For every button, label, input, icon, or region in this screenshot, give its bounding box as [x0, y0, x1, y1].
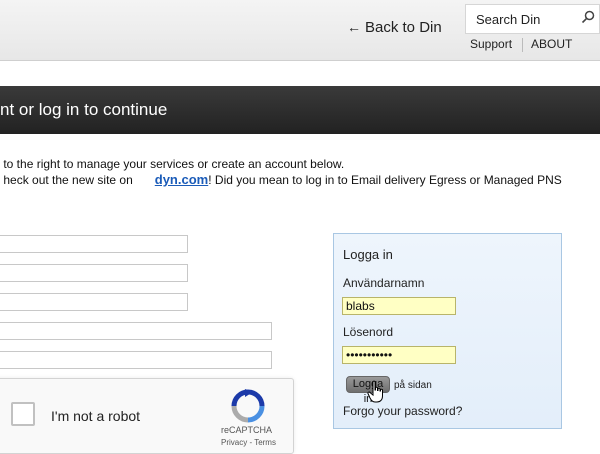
recaptcha-brand: reCAPTCHA [221, 425, 273, 435]
intro-line-2-suffix: ! Did you mean to log in to Email delive… [208, 173, 562, 187]
intro-line-1: to the right to manage your services or … [0, 156, 562, 172]
intro-line-1-text: to the right to manage your services or … [3, 157, 345, 171]
dyn-link[interactable]: dyn.com [155, 172, 208, 187]
search-box[interactable] [465, 4, 600, 34]
intro-line-2-prefix: heck out the new site on [3, 173, 133, 187]
arrow-left-icon: ← [347, 19, 361, 35]
stay-on-page-label: på sidan [394, 380, 432, 391]
nav-support-link[interactable]: Support [470, 37, 512, 51]
page-title: nt or log in to continue [0, 100, 168, 119]
intro-line-2: heck out the new site on dyn.com! Did you… [0, 172, 562, 188]
nav-divider [522, 37, 524, 52]
recaptcha-widget: I'm not a robot reCAPTCHA Privacy - Term… [0, 378, 294, 454]
login-title: Logga in [343, 247, 393, 262]
recaptcha-terms-link[interactable]: Privacy - Terms [221, 438, 276, 447]
recaptcha-checkbox[interactable] [11, 402, 35, 426]
intro-text: to the right to manage your services or … [0, 156, 562, 188]
username-input[interactable] [342, 297, 456, 315]
top-bar: ←Back to Din Support ABOUT [0, 0, 600, 61]
nav-about-link[interactable]: ABOUT [531, 37, 572, 51]
signup-field-2[interactable] [0, 264, 188, 282]
back-to-din-link[interactable]: ← Back to Din [347, 19, 442, 36]
search-icon[interactable] [581, 10, 595, 24]
password-input[interactable] [342, 346, 456, 364]
top-nav: Support ABOUT [470, 37, 572, 52]
hand-cursor-icon [367, 380, 383, 403]
signup-field-3[interactable] [0, 293, 188, 311]
signup-field-4[interactable] [0, 322, 272, 340]
signup-field-1[interactable] [0, 235, 188, 253]
recaptcha-label: I'm not a robot [51, 408, 141, 424]
forgot-password-link[interactable]: Forgo your password? [343, 404, 462, 418]
page-banner: nt or log in to continue [0, 86, 600, 134]
username-label: Användarnamn [343, 276, 425, 290]
signup-field-5[interactable] [0, 351, 272, 369]
back-link-label: Back to Din [365, 19, 442, 36]
search-input[interactable] [474, 11, 578, 28]
recaptcha-logo-icon [231, 389, 265, 423]
password-label: Lösenord [343, 325, 394, 339]
